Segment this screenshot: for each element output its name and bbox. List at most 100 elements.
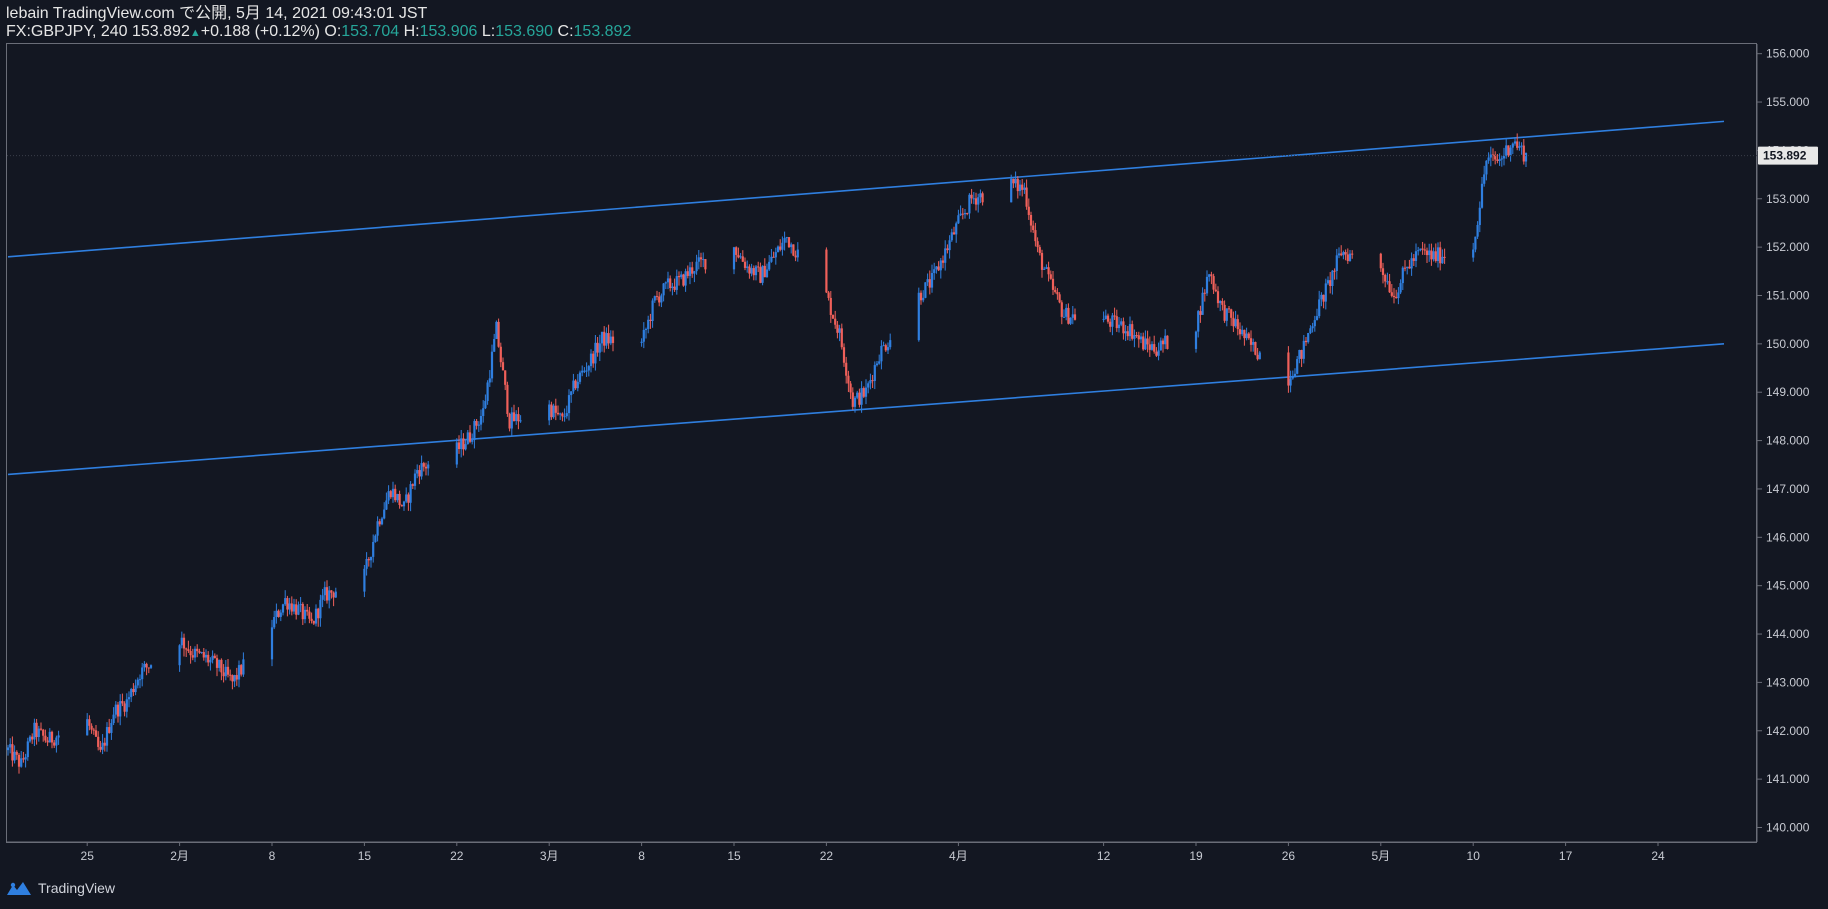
candle-up (1289, 378, 1292, 386)
candle-up (479, 415, 483, 425)
candle-down (1146, 338, 1149, 345)
candle-up (409, 484, 412, 503)
trendlines[interactable] (7, 120, 1725, 476)
candle-down (1256, 354, 1259, 360)
candle-up (548, 404, 551, 421)
candle-down (1522, 145, 1525, 162)
candle-down (1155, 351, 1158, 356)
channel-upper-line[interactable] (7, 120, 1725, 258)
candle-down (1073, 314, 1077, 320)
candle-down (207, 654, 210, 663)
candle-up (1489, 154, 1492, 158)
candle-down (928, 279, 931, 288)
candle-up (86, 719, 89, 736)
candle-down (1287, 352, 1290, 386)
candle-up (1432, 251, 1435, 260)
candle-up (647, 319, 650, 329)
candle-up (785, 237, 788, 239)
candle-down (1344, 252, 1347, 255)
price-tick-label: 140.000 (1766, 820, 1810, 834)
candle-up (281, 604, 285, 613)
candle-up (391, 488, 395, 498)
candle-up (662, 283, 665, 296)
candle-down (1408, 266, 1411, 269)
candle-down (1058, 294, 1061, 303)
candle-up (1293, 373, 1297, 378)
price-tick-label: 146.000 (1766, 530, 1810, 544)
candle-down (411, 484, 414, 486)
candle-down (1223, 304, 1226, 321)
candle-down (1392, 295, 1396, 297)
candle-down (1054, 289, 1057, 292)
candle-up (48, 731, 51, 743)
channel-lower-line[interactable] (7, 343, 1725, 476)
candle-up (979, 193, 982, 198)
price-chart[interactable]: 140.000 141.000 142.000 143.000 144.000 145.0… (0, 0, 1828, 909)
candle-up (1241, 329, 1244, 335)
candle-down (1038, 247, 1041, 253)
candle-up (292, 604, 296, 612)
candle-down (1153, 344, 1156, 352)
candle-down (88, 719, 91, 726)
candle-up (242, 659, 245, 675)
candle-up (1014, 178, 1017, 184)
candle-down (981, 193, 984, 203)
candle-down (1236, 319, 1239, 330)
candle-up (1208, 274, 1211, 277)
candle-down (1421, 248, 1424, 250)
candle-down (1388, 281, 1391, 293)
candle-up (1397, 292, 1400, 299)
candle-up (770, 256, 773, 262)
candle-down (295, 604, 298, 615)
candle-up (482, 408, 485, 416)
tradingview-logo-icon (7, 882, 31, 895)
candle-down (1049, 274, 1052, 279)
candle-up (288, 603, 291, 610)
candle-up (374, 535, 377, 542)
candle-down (1232, 317, 1235, 327)
candle-down (424, 466, 428, 469)
candle-down (240, 665, 243, 675)
candle-up (873, 365, 876, 382)
candle-up (1298, 350, 1301, 360)
price-tick-label: 145.000 (1766, 579, 1810, 593)
candle-down (517, 414, 520, 422)
candle-up (783, 238, 786, 243)
candle-down (1346, 254, 1349, 262)
candle-down (147, 667, 150, 669)
time-axis[interactable]: 25 2月 8 15 22 3月 8 15 22 4月 12 19 26 5月 10 17 24 (7, 841, 1757, 863)
candle-up (680, 274, 683, 278)
candle-up (1045, 267, 1048, 269)
candle-up (565, 413, 568, 417)
candle-up (926, 279, 929, 283)
candle-down (1329, 280, 1332, 287)
candle-up (963, 213, 967, 215)
candle-down (499, 346, 502, 363)
time-tick-label: 15 (358, 849, 372, 863)
candle-down (1126, 331, 1129, 337)
candle-down (1060, 302, 1063, 317)
candle-down (757, 266, 760, 268)
candle-down (1212, 276, 1215, 290)
candle-up (365, 558, 368, 569)
candle-up (1520, 145, 1523, 147)
candle-up (1150, 344, 1154, 350)
candle-up (33, 722, 36, 740)
candle-up (1483, 174, 1486, 184)
candle-up (882, 345, 885, 347)
time-tick-label: 17 (1559, 849, 1573, 863)
candle-down (1025, 187, 1028, 207)
price-tick-label: 148.000 (1766, 434, 1810, 448)
candle-up (944, 248, 947, 263)
candle-up (1159, 340, 1162, 351)
candle-up (110, 723, 113, 733)
candle-up (702, 259, 705, 261)
candle-up (977, 197, 980, 205)
candle-down (974, 198, 978, 205)
candle-down (306, 609, 309, 612)
candle-up (114, 704, 117, 715)
candle-up (576, 381, 579, 389)
candle-up (233, 675, 236, 682)
candle-down (1012, 178, 1015, 184)
candle-down (1238, 329, 1242, 335)
